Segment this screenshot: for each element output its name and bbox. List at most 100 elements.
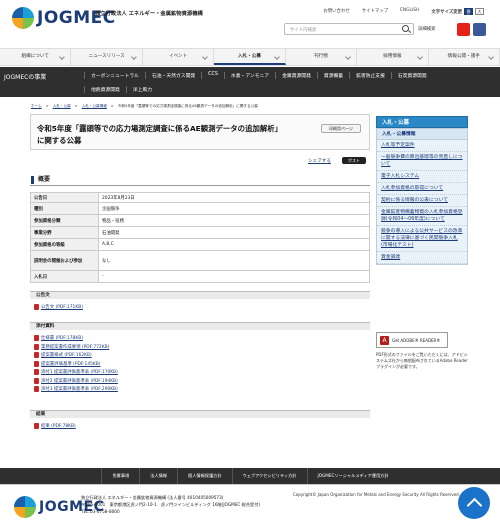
table-value: なし — [98, 250, 370, 271]
table-value: A,B,C — [98, 238, 370, 251]
footer-link[interactable]: ウェブアクセシビリティ方針 — [231, 468, 307, 484]
sidebar-item[interactable]: 入札等予定案件 — [377, 140, 467, 152]
attachments-heading: 添付資料 — [30, 322, 370, 330]
business-item[interactable]: 金属資源開発 — [275, 72, 317, 79]
business-nav-title[interactable]: JOGMECの事業 — [4, 72, 46, 81]
table-label: 種別 — [30, 202, 99, 215]
pdf-icon — [34, 369, 39, 376]
sidebar-menu: 入札・公募情報 入札等予定案件 一般競争費の算出基礎等の見直しについて 電子入札… — [376, 128, 468, 265]
file-link[interactable]: 仕様書 (PDF:178KB) — [34, 334, 118, 343]
breadcrumb-bids[interactable]: 入札・公募 — [53, 104, 71, 109]
gnav-publications[interactable]: 刊行物 — [286, 49, 358, 65]
footer: JOGMEC 独立行政法人 エネルギー・金属鉱物資源機構 (法人番号 40104… — [0, 484, 500, 531]
sidebar-heading[interactable]: 入札・公募 — [376, 116, 468, 128]
breadcrumb: ホーム > 入札・公募 > 入札・公募情報 > 令和5年度「露頭等での応力場測定調査に… — [31, 104, 258, 109]
logo-mark-icon — [14, 496, 36, 518]
footer-address: 〒105-0001 東京都港区虎ノ門2-10-1 虎ノ門ツインビルディング 16… — [81, 502, 261, 507]
file-link[interactable]: 結果 (PDF:78KB) — [34, 422, 76, 431]
font-size-label: 文字サイズ変更 — [431, 9, 462, 15]
logo-mark-icon — [12, 7, 34, 29]
footer-tel: TEL:03-6758-8000 — [81, 509, 120, 514]
table-label: 参加資格の等級 — [30, 238, 99, 251]
overview-heading: 概要 — [30, 174, 370, 186]
breadcrumb-home[interactable]: ホーム — [31, 104, 42, 109]
footer-org: 独立行政法人 エネルギー・金属鉱物資源機構 (法人番号 401040500957… — [81, 495, 224, 500]
search-icon[interactable] — [402, 25, 409, 32]
contact-link[interactable]: お問い合わせ — [323, 8, 349, 15]
footer-link[interactable]: 個人情報保護方針 — [177, 468, 232, 484]
search-input[interactable]: サイト内検索 — [284, 23, 414, 35]
table-value: 企画競争 — [98, 202, 370, 215]
business-item[interactable]: 鉱害防止支援 — [349, 72, 391, 79]
gnav-events[interactable]: イベント — [143, 49, 215, 65]
youtube-icon[interactable] — [457, 23, 470, 36]
sidebar-item[interactable]: 金属鉱産物備蓄物資の入札参加資格登録(令和04〜06年度)について — [377, 207, 467, 226]
sidebar-item[interactable]: 資金調達 — [377, 252, 467, 264]
notice-heading: 公告文 — [30, 291, 370, 299]
footer-link[interactable]: JOGMECソーシャルメディア運用方針 — [306, 468, 399, 484]
adobe-reader-icon: A — [380, 335, 389, 345]
sidebar-item[interactable]: 電子入札システム — [377, 171, 467, 183]
sidebar-item[interactable]: 入札参加資格の取得について — [377, 183, 467, 195]
sidebar-item[interactable]: 契約に係る情報の公表について — [377, 195, 467, 207]
footer-link[interactable]: 法人情報 — [139, 468, 177, 484]
org-name: 独立行政法人 エネルギー・金属鉱物資源機構 — [95, 11, 203, 17]
title-box: 令和5年度「露頭等での応力場測定調査に係るAE観測データの追加解析」に関する公募… — [30, 114, 370, 150]
page-title: 令和5年度「露頭等での応力場測定調査に係るAE観測データの追加解析」に関する公募 — [37, 124, 283, 145]
gnav-disclosure[interactable]: 情報公開・諸手 — [429, 49, 500, 65]
business-item[interactable]: CCS — [201, 72, 224, 79]
font-size-standard-button[interactable]: 標準 — [464, 8, 473, 19]
post-button[interactable]: ポスト — [342, 157, 366, 164]
gnav-news[interactable]: ニュースリリース — [71, 49, 143, 65]
business-item[interactable]: 水素・アンモニア — [223, 72, 275, 79]
file-link[interactable]: 添付1 提案書評価基準表 (PDF:170KB) — [34, 368, 118, 377]
business-item[interactable]: 洋上風力 — [125, 86, 158, 93]
page-top-button[interactable] — [458, 487, 490, 519]
business-item[interactable]: 地熱資源開発 — [84, 86, 126, 93]
table-label: 参加資格分類 — [30, 214, 99, 227]
english-link[interactable]: ENGLISH — [400, 8, 419, 15]
business-item[interactable]: 石炭資源開発 — [390, 72, 433, 79]
print-button[interactable]: 印刷用ページ — [321, 124, 361, 133]
pdf-icon — [34, 360, 39, 367]
file-link[interactable]: 提案書様式 (PDF:162KB) — [34, 351, 118, 360]
file-link[interactable]: 添付3 提案書評価基準表 (PDF:290KB) — [34, 385, 118, 394]
sidebar-subheading[interactable]: 入札・公募情報 — [377, 129, 467, 140]
table-label: 事業分野 — [30, 226, 99, 239]
adobe-reader-banner[interactable]: A Get ADOBE® READER® — [376, 332, 448, 348]
pdf-icon — [34, 343, 39, 350]
gnav-bids[interactable]: 入札・公募 — [214, 49, 286, 65]
facebook-icon[interactable] — [473, 23, 486, 36]
file-link[interactable]: 提案書評価基準 (PDF:145KB) — [34, 360, 118, 369]
footer-nav: 免責事項 法人情報 個人情報保護方針 ウェブアクセシビリティ方針 JOGMECソ… — [0, 468, 500, 484]
adobe-reader-label: Get ADOBE® READER® — [392, 337, 441, 343]
global-nav: 組織について ニュースリリース イベント 入札・公募 刊行物 採用情報 情報公開… — [0, 48, 500, 66]
file-link[interactable]: 業務提案書作成要領 (PDF:772KB) — [34, 343, 118, 352]
breadcrumb-current: 令和5年度「露頭等での応力場測定調査に係るAE観測データの追加解析」に関する公募 — [117, 104, 258, 108]
sidebar-item[interactable]: 競争の導入による公共サービスの改革に関する法律に基づく民間競争入札(市場化テスト… — [377, 226, 467, 252]
table-label: 公告日 — [30, 192, 99, 203]
pdf-icon — [34, 423, 39, 430]
footer-link[interactable]: 免責事項 — [101, 468, 139, 484]
detail-search-link[interactable]: 詳細検索 — [418, 26, 436, 32]
top-links: お問い合わせ サイトマップ ENGLISH 文字サイズ変更 標準 大 — [323, 8, 484, 19]
sidebar-item[interactable]: 一般競争費の算出基礎等の見直しについて — [377, 152, 467, 171]
font-size-switch: 文字サイズ変更 標準 大 — [431, 8, 484, 19]
pdf-icon — [34, 335, 39, 342]
header: JOGMEC 独立行政法人 エネルギー・金属鉱物資源機構 お問い合わせ サイトマ… — [0, 0, 500, 48]
breadcrumb-bid-info[interactable]: 入札・公募情報 — [82, 104, 107, 109]
pdf-icon — [34, 377, 39, 384]
business-nav: JOGMECの事業 カーボンニュートラル 石油・天然ガス開発 CCS 水素・アン… — [0, 67, 500, 97]
business-item[interactable]: 資源備蓄 — [316, 72, 349, 79]
file-link[interactable]: 公告文 (PDF:171KB) — [34, 303, 83, 312]
share-link[interactable]: シェアする — [308, 158, 331, 164]
business-nav-row2: 地熱資源開発 洋上風力 — [84, 86, 158, 93]
sitemap-link[interactable]: サイトマップ — [362, 8, 388, 15]
file-link[interactable]: 添付2 提案書評価基準表 (PDF:194KB) — [34, 377, 118, 386]
business-item[interactable]: カーボンニュートラル — [84, 72, 145, 79]
font-size-large-button[interactable]: 大 — [475, 8, 484, 15]
gnav-recruit[interactable]: 採用情報 — [357, 49, 429, 65]
table-value: 石油開発 — [98, 226, 370, 239]
gnav-organization[interactable]: 組織について — [0, 49, 72, 65]
business-item[interactable]: 石油・天然ガス開発 — [144, 72, 201, 79]
